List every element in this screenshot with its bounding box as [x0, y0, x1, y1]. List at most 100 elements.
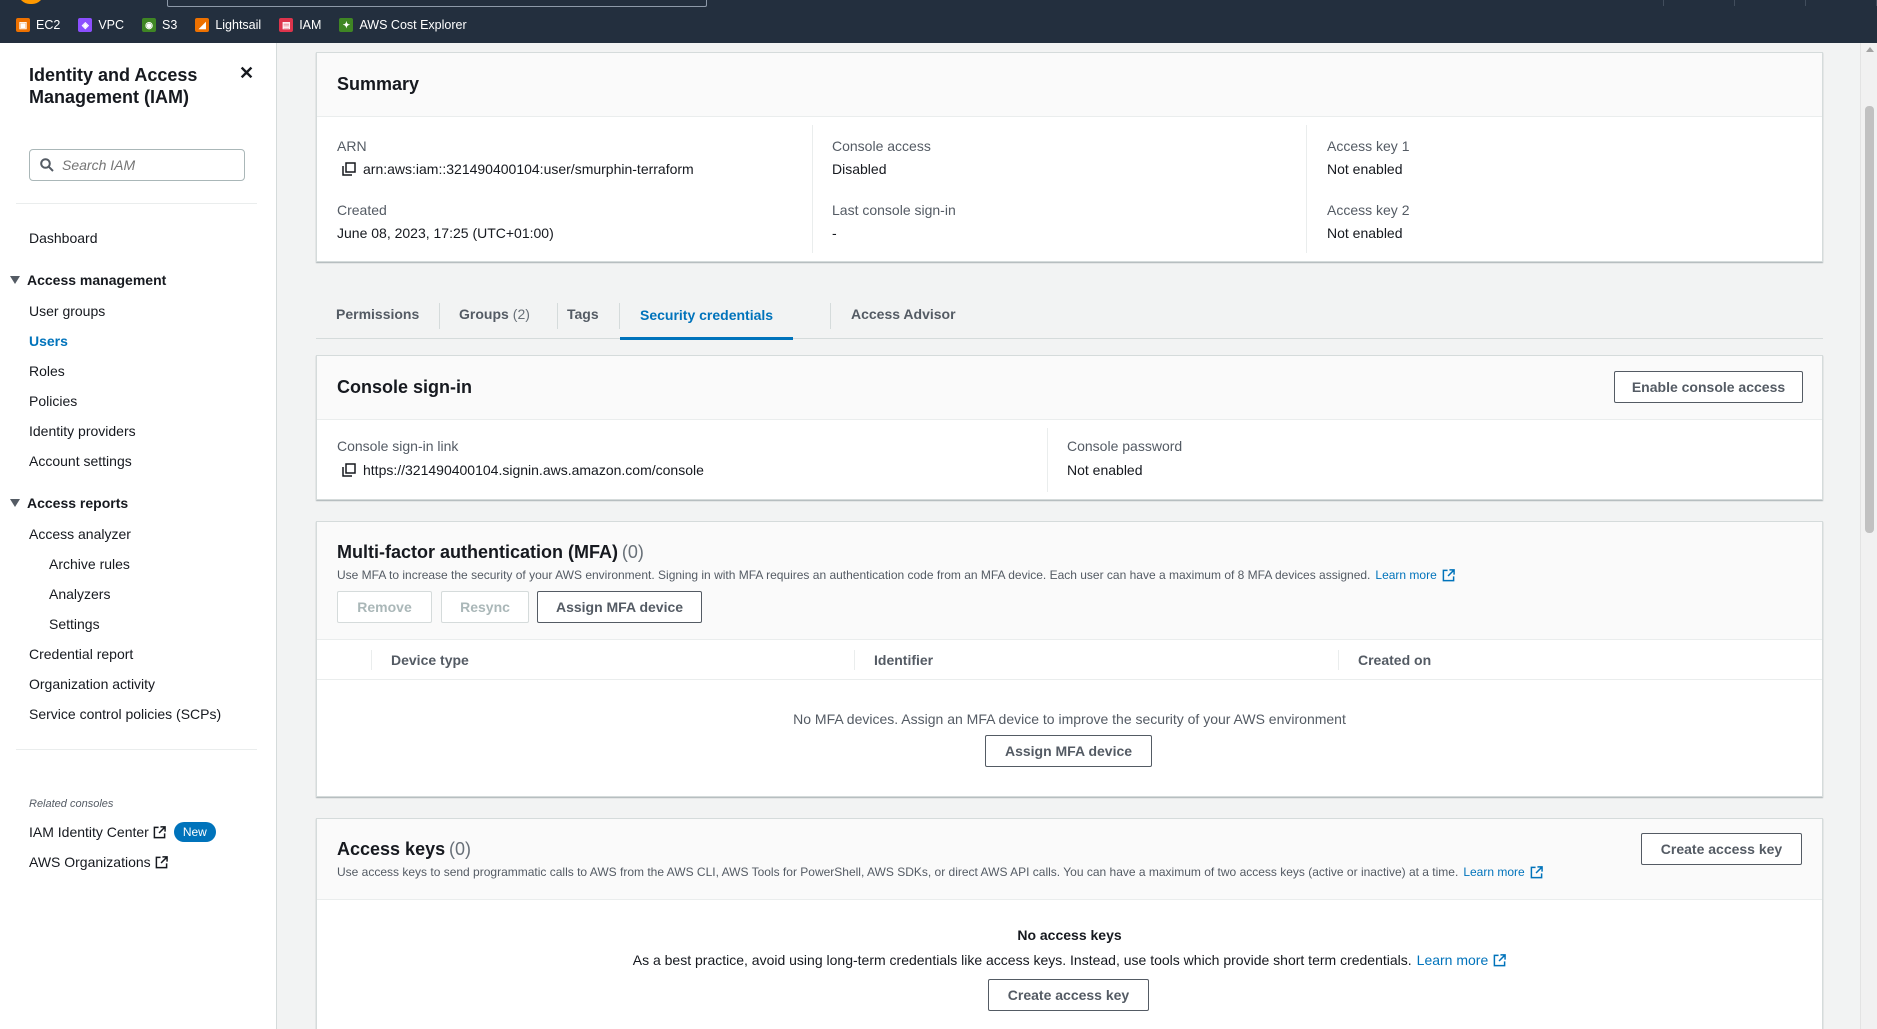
access-key1-value: Not enabled: [1327, 161, 1403, 177]
copy-icon[interactable]: [342, 463, 356, 477]
divider: [854, 650, 855, 670]
lightsail-icon: ◢: [195, 18, 210, 32]
console-signin-panel: Console sign-in Enable console access Co…: [316, 355, 1823, 500]
tab-groups-label: Groups: [459, 306, 509, 322]
tab-security-credentials[interactable]: Security credentials: [620, 289, 794, 340]
copy-icon[interactable]: [342, 162, 356, 176]
divider: [830, 303, 831, 329]
access-keys-empty-text: As a best practice, avoid using long-ter…: [632, 952, 1412, 968]
console-password-label: Console password: [1067, 438, 1183, 454]
mfa-count: (0): [621, 542, 644, 562]
empty-create-access-key-button[interactable]: Create access key: [988, 979, 1149, 1011]
assign-mfa-device-button[interactable]: Assign MFA device: [537, 591, 702, 623]
divider: [16, 203, 257, 204]
access-keys-learn-more-link[interactable]: Learn more: [1463, 865, 1524, 879]
mfa-panel: Multi-factor authentication (MFA) (0) Us…: [316, 521, 1823, 797]
last-signin-label: Last console sign-in: [832, 202, 956, 218]
sidebar-item-policies[interactable]: Policies: [29, 393, 77, 409]
search-icon: [40, 158, 54, 172]
sidebar-item-roles[interactable]: Roles: [29, 363, 65, 379]
aws-logo[interactable]: [18, 0, 44, 4]
favorite-s3[interactable]: ◉ S3: [142, 18, 177, 32]
signin-link-row: https://321490400104.signin.aws.amazon.c…: [337, 462, 704, 478]
scroll-up-icon[interactable]: [1866, 47, 1874, 52]
tab-groups[interactable]: Groups (2): [459, 289, 530, 339]
sidebar-item-dashboard[interactable]: Dashboard: [29, 230, 98, 246]
divider: [1047, 428, 1048, 492]
column-identifier[interactable]: Identifier: [874, 652, 933, 668]
divider: [1338, 650, 1339, 670]
favorite-label: AWS Cost Explorer: [359, 18, 467, 32]
empty-learn-more-link[interactable]: Learn more: [1417, 952, 1489, 968]
sidebar-item-user-groups[interactable]: User groups: [29, 303, 105, 319]
arn-label: ARN: [337, 138, 367, 154]
sidebar-search[interactable]: [29, 149, 245, 181]
sidebar-title[interactable]: Identity and Access Management (IAM): [29, 64, 229, 108]
sidebar-item-organization-activity[interactable]: Organization activity: [29, 676, 155, 692]
close-icon[interactable]: ✕: [239, 63, 254, 84]
signin-link-label: Console sign-in link: [337, 438, 459, 454]
access-keys-panel: Access keys (0) Use access keys to send …: [316, 818, 1823, 1029]
sidebar-item-analyzers[interactable]: Analyzers: [49, 586, 110, 602]
caret-down-icon: [10, 499, 20, 507]
sidebar-item-users[interactable]: Users: [29, 333, 68, 349]
user-tabs: Permissions Groups (2) Tags Security cred…: [316, 289, 1823, 340]
sidebar-item-access-analyzer[interactable]: Access analyzer: [29, 526, 131, 542]
created-label: Created: [337, 202, 387, 218]
enable-console-access-button[interactable]: Enable console access: [1614, 371, 1803, 403]
summary-panel: Summary ARN arn:aws:iam::321490400104:us…: [316, 52, 1823, 262]
column-device-type[interactable]: Device type: [391, 652, 469, 668]
ec2-icon: ▣: [16, 18, 30, 32]
top-right-controls: [1593, 0, 1877, 6]
global-search-input[interactable]: [167, 0, 707, 7]
search-input[interactable]: [62, 157, 232, 173]
access-keys-title: Access keys: [337, 839, 446, 859]
summary-title: Summary: [337, 74, 420, 94]
favorites-bar: ▣ EC2 ◈ VPC ◉ S3 ◢ Lightsail ▤ IAM ✦ AWS Cost …: [16, 18, 467, 32]
mfa-learn-more-link[interactable]: Learn more: [1375, 568, 1436, 582]
favorite-label: Lightsail: [215, 18, 262, 32]
empty-assign-mfa-device-button[interactable]: Assign MFA device: [985, 735, 1152, 767]
sidebar-item-organizations[interactable]: AWS Organizations: [29, 854, 168, 870]
tab-permissions[interactable]: Permissions: [336, 289, 419, 339]
favorite-vpc[interactable]: ◈ VPC: [78, 18, 124, 32]
access-key1-label: Access key 1: [1327, 138, 1410, 154]
access-key2-label: Access key 2: [1327, 202, 1410, 218]
external-link-icon: [153, 825, 166, 838]
access-keys-description: Use access keys to send programmatic cal…: [337, 865, 1459, 879]
sidebar-item-archive-rules[interactable]: Archive rules: [49, 556, 130, 572]
favorite-iam[interactable]: ▤ IAM: [279, 18, 321, 32]
section-access-management[interactable]: Access management: [10, 272, 166, 288]
favorite-ec2[interactable]: ▣ EC2: [16, 18, 60, 32]
favorite-lightsail[interactable]: ◢ Lightsail: [195, 18, 261, 32]
external-link-icon: [1493, 953, 1507, 966]
sidebar-item-scps[interactable]: Service control policies (SCPs): [29, 706, 221, 722]
remove-mfa-button[interactable]: Remove: [337, 591, 432, 623]
section-label: Access reports: [27, 495, 129, 511]
caret-down-icon: [10, 276, 20, 284]
no-access-keys-title: No access keys: [1017, 927, 1122, 943]
sidebar-item-settings[interactable]: Settings: [49, 616, 100, 632]
favorite-cost-explorer[interactable]: ✦ AWS Cost Explorer: [339, 18, 467, 32]
create-access-key-button[interactable]: Create access key: [1641, 833, 1802, 865]
sidebar-item-identity-providers[interactable]: Identity providers: [29, 423, 136, 439]
scrollbar-thumb[interactable]: [1865, 106, 1874, 533]
resync-mfa-button[interactable]: Resync: [441, 591, 529, 623]
page-scrollbar[interactable]: [1860, 43, 1877, 1029]
sidebar-item-account-settings[interactable]: Account settings: [29, 453, 132, 469]
divider: [812, 125, 813, 253]
arn-value-row: arn:aws:iam::321490400104:user/smurphin-…: [337, 161, 694, 177]
tab-tags[interactable]: Tags: [567, 289, 599, 339]
access-keys-description-row: Use access keys to send programmatic cal…: [337, 865, 1543, 879]
console-access-label: Console access: [832, 138, 931, 154]
identity-center-label: IAM Identity Center: [29, 824, 149, 840]
column-created-on[interactable]: Created on: [1358, 652, 1431, 668]
signin-link-value[interactable]: https://321490400104.signin.aws.amazon.c…: [363, 462, 704, 478]
tab-access-advisor[interactable]: Access Advisor: [851, 289, 956, 339]
sidebar-item-identity-center[interactable]: IAM Identity Center New: [29, 822, 216, 842]
section-access-reports[interactable]: Access reports: [10, 495, 128, 511]
access-keys-empty-row: As a best practice, avoid using long-ter…: [317, 952, 1822, 968]
top-navigation-bar: ▣ EC2 ◈ VPC ◉ S3 ◢ Lightsail ▤ IAM ✦ AWS Cost …: [0, 0, 1877, 43]
favorite-label: VPC: [98, 18, 125, 32]
sidebar-item-credential-report[interactable]: Credential report: [29, 646, 133, 662]
